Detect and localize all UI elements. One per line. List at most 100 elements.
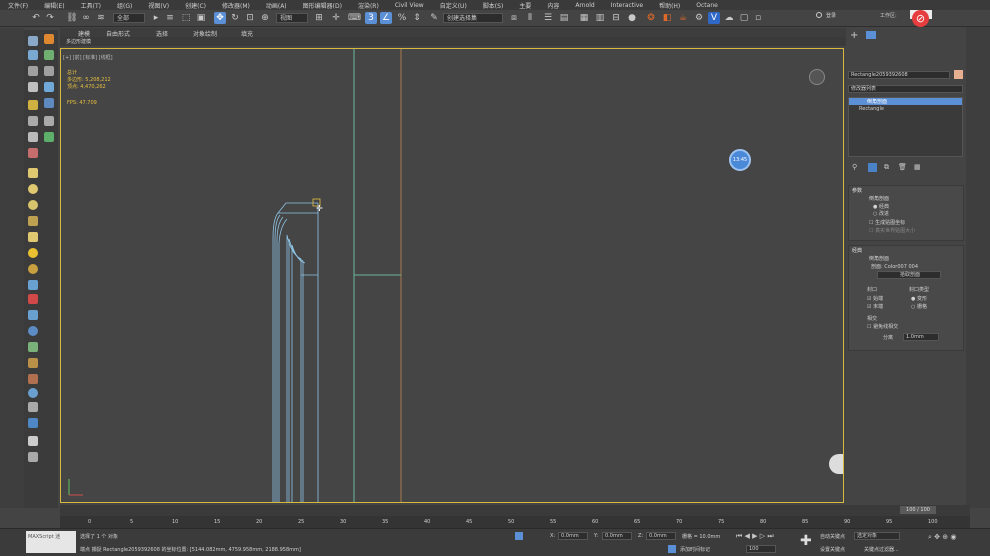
tool-icon-11[interactable]	[28, 326, 38, 336]
set-key-button[interactable]: 设置关键点	[820, 546, 845, 553]
render-iterative-icon[interactable]: ⚙	[693, 12, 705, 24]
tool-icon-17[interactable]	[28, 418, 38, 428]
light-icon[interactable]	[28, 100, 38, 110]
tool-icon-15[interactable]	[28, 388, 38, 398]
cap-end-checkbox[interactable]: ☑ 末端	[867, 303, 883, 310]
menu-group[interactable]: 组(G)	[109, 1, 140, 10]
menu-civil-view[interactable]: Civil View	[387, 2, 432, 9]
named-selection-dropdown[interactable]: 创建选择集	[443, 13, 503, 23]
extra-icon-2[interactable]: ▫	[752, 12, 764, 24]
stack-item-bevel-profile[interactable]: 倒角剖面	[849, 98, 962, 105]
select-rotate-icon[interactable]: ↻	[229, 12, 241, 24]
real-world-checkbox[interactable]: ☐ 真实世界贴图大小	[869, 227, 915, 234]
percent-snap-icon[interactable]: %	[396, 12, 408, 24]
align-icon[interactable]: ⫴	[524, 12, 536, 24]
object-color-swatch[interactable]	[954, 70, 963, 79]
redo-icon[interactable]: ↷	[44, 12, 56, 24]
scene-explorer-icon[interactable]: ▦	[578, 12, 590, 24]
modify-icon[interactable]	[44, 34, 54, 44]
y-field[interactable]: 0.0mm	[602, 532, 632, 540]
z-field[interactable]: 0.0mm	[646, 532, 676, 540]
tool-icon-2[interactable]	[44, 82, 54, 92]
rc-icon[interactable]	[44, 98, 54, 108]
remove-modifier-icon[interactable]: 🗑	[898, 163, 907, 171]
tool-icon-8[interactable]	[28, 280, 38, 290]
separation-spinner[interactable]: 1.0mm	[903, 333, 939, 341]
time-tag-icon[interactable]	[668, 545, 676, 553]
show-end-result-icon[interactable]	[868, 163, 877, 172]
menu-content[interactable]: 内容	[539, 1, 567, 10]
manipulate-icon[interactable]: ✛	[330, 12, 342, 24]
curve-editor-icon[interactable]: ▥	[594, 12, 606, 24]
rendered-frame-icon[interactable]: ◧	[661, 12, 673, 24]
reference-coord-dropdown[interactable]: 视图	[276, 13, 308, 23]
tool-icon-7[interactable]	[28, 148, 38, 158]
sphere-icon[interactable]	[28, 184, 38, 194]
box-icon[interactable]	[28, 168, 38, 178]
morph-radio[interactable]: ● 变形	[911, 295, 927, 302]
grid-radio[interactable]: ○ 栅格	[911, 303, 927, 310]
cone-icon[interactable]	[28, 232, 38, 242]
track-bar[interactable]: 0 5 10 15 20 25 30 35 40 45 50 55 60 65 70 75 80 85 90 95 10…	[60, 516, 970, 528]
maxscript-listener[interactable]: MAXScript 迷	[26, 531, 76, 553]
snap-toggle-icon[interactable]: 3	[365, 12, 377, 24]
navigation-controls[interactable]: ⌕ ✥ ⊕ ◉	[928, 533, 956, 542]
edit-named-selection-icon[interactable]: ✎	[428, 12, 440, 24]
set-key-icon[interactable]: ✚	[800, 533, 812, 549]
menu-modifiers[interactable]: 修改器(M)	[214, 1, 258, 10]
menu-file[interactable]: 文件(F)	[0, 1, 36, 10]
classic-radio[interactable]: ● 经典	[873, 203, 889, 210]
a360-icon[interactable]: ☁	[723, 12, 735, 24]
avoid-intersect-checkbox[interactable]: ☐ 避免线相交	[867, 323, 898, 330]
select-move-icon[interactable]: ✥	[214, 12, 226, 24]
menu-animation[interactable]: 动画(A)	[258, 1, 295, 10]
absolute-mode-icon[interactable]	[515, 532, 523, 540]
classic-title[interactable]: 经典	[852, 247, 862, 254]
auto-key-button[interactable]: 自动关键点	[820, 533, 845, 540]
add-time-tag[interactable]: 添加时间标记	[680, 546, 710, 553]
undo-icon[interactable]: ↶	[30, 12, 42, 24]
schematic-view-icon[interactable]: ⊟	[610, 12, 622, 24]
menu-interactive[interactable]: Interactive	[603, 2, 651, 9]
menu-scripting[interactable]: 脚本(S)	[475, 1, 512, 10]
selection-filter-dropdown[interactable]: 全部	[113, 13, 145, 23]
assistant-icon[interactable]	[829, 454, 843, 474]
menu-tools[interactable]: 工具(T)	[73, 1, 109, 10]
params-title[interactable]: 参数	[852, 187, 862, 194]
place-icon[interactable]: ⊕	[259, 12, 271, 24]
render-icon[interactable]: ☕	[677, 12, 689, 24]
make-unique-icon[interactable]: ⧉	[884, 163, 889, 172]
tool-icon-12[interactable]	[28, 342, 38, 352]
stack-item-rectangle[interactable]: Rectangle	[859, 106, 884, 112]
viewcube-icon[interactable]	[809, 69, 825, 85]
select-scale-icon[interactable]: ⊡	[244, 12, 256, 24]
layer-explorer-icon[interactable]: ☰	[542, 12, 554, 24]
utilities-icon[interactable]	[44, 66, 54, 76]
tool-icon-19[interactable]	[28, 452, 38, 462]
modify-tab-icon[interactable]	[866, 31, 876, 39]
tool-icon-10[interactable]	[28, 310, 38, 320]
tool-icon-6[interactable]	[44, 132, 54, 142]
tool-icon-9[interactable]	[28, 294, 38, 304]
pivot-icon[interactable]: ⊞	[313, 12, 325, 24]
torus-icon[interactable]	[28, 264, 38, 274]
select-object-icon[interactable]: ▸	[150, 12, 162, 24]
tool-icon-5[interactable]	[28, 132, 38, 142]
motion-icon[interactable]	[44, 50, 54, 60]
extra-icon[interactable]: ▢	[738, 12, 750, 24]
menu-create[interactable]: 创建(C)	[177, 1, 214, 10]
menu-views[interactable]: 视图(V)	[140, 1, 177, 10]
window-crossing-icon[interactable]: ▣	[195, 12, 207, 24]
menu-arnold[interactable]: Arnold	[567, 2, 602, 9]
menu-octane[interactable]: Octane	[688, 2, 726, 9]
configure-sets-icon[interactable]: ▦	[914, 163, 921, 171]
pin-stack-icon[interactable]: ⚲	[852, 163, 857, 171]
x-field[interactable]: 0.0mm	[558, 532, 588, 540]
current-frame-field[interactable]: 100	[746, 545, 776, 553]
menu-help[interactable]: 帮助(H)	[651, 1, 688, 10]
playback-controls[interactable]: ⏮ ◀ ▶ ▷ ⏭	[736, 532, 774, 541]
hierarchy-icon[interactable]	[28, 50, 38, 60]
angle-snap-icon[interactable]: ∠	[380, 12, 392, 24]
tool-icon-1[interactable]	[28, 82, 38, 92]
tool-icon-13[interactable]	[28, 358, 38, 368]
